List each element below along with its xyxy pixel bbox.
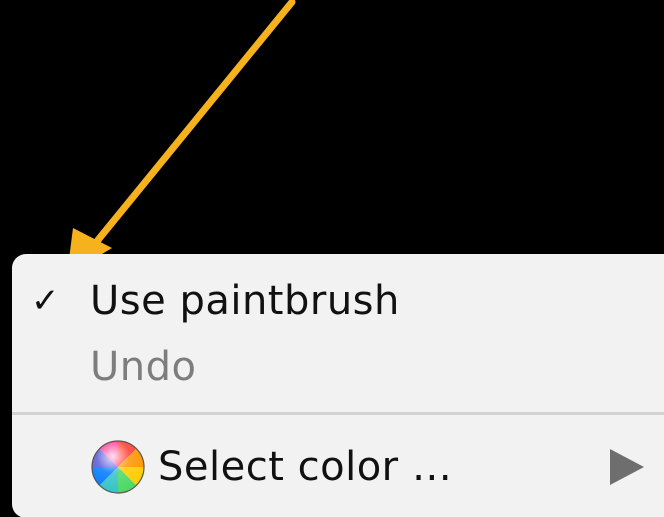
checkmark-icon: ✓ [31, 281, 60, 321]
submenu-arrow-icon [610, 449, 644, 485]
screen: ✓ Use paintbrush Undo Select color … [0, 0, 664, 517]
menu-item-label: Undo [90, 344, 197, 390]
menu-item-undo[interactable]: Undo [12, 337, 664, 397]
color-wheel-icon [91, 440, 145, 494]
context-menu: ✓ Use paintbrush Undo Select color … [12, 254, 664, 517]
menu-item-use-paintbrush[interactable]: ✓ Use paintbrush [12, 271, 664, 331]
menu-item-select-color[interactable]: Select color … [12, 434, 664, 500]
menu-separator [12, 412, 664, 415]
menu-item-label: Select color … [158, 444, 453, 490]
menu-item-label: Use paintbrush [90, 278, 400, 324]
